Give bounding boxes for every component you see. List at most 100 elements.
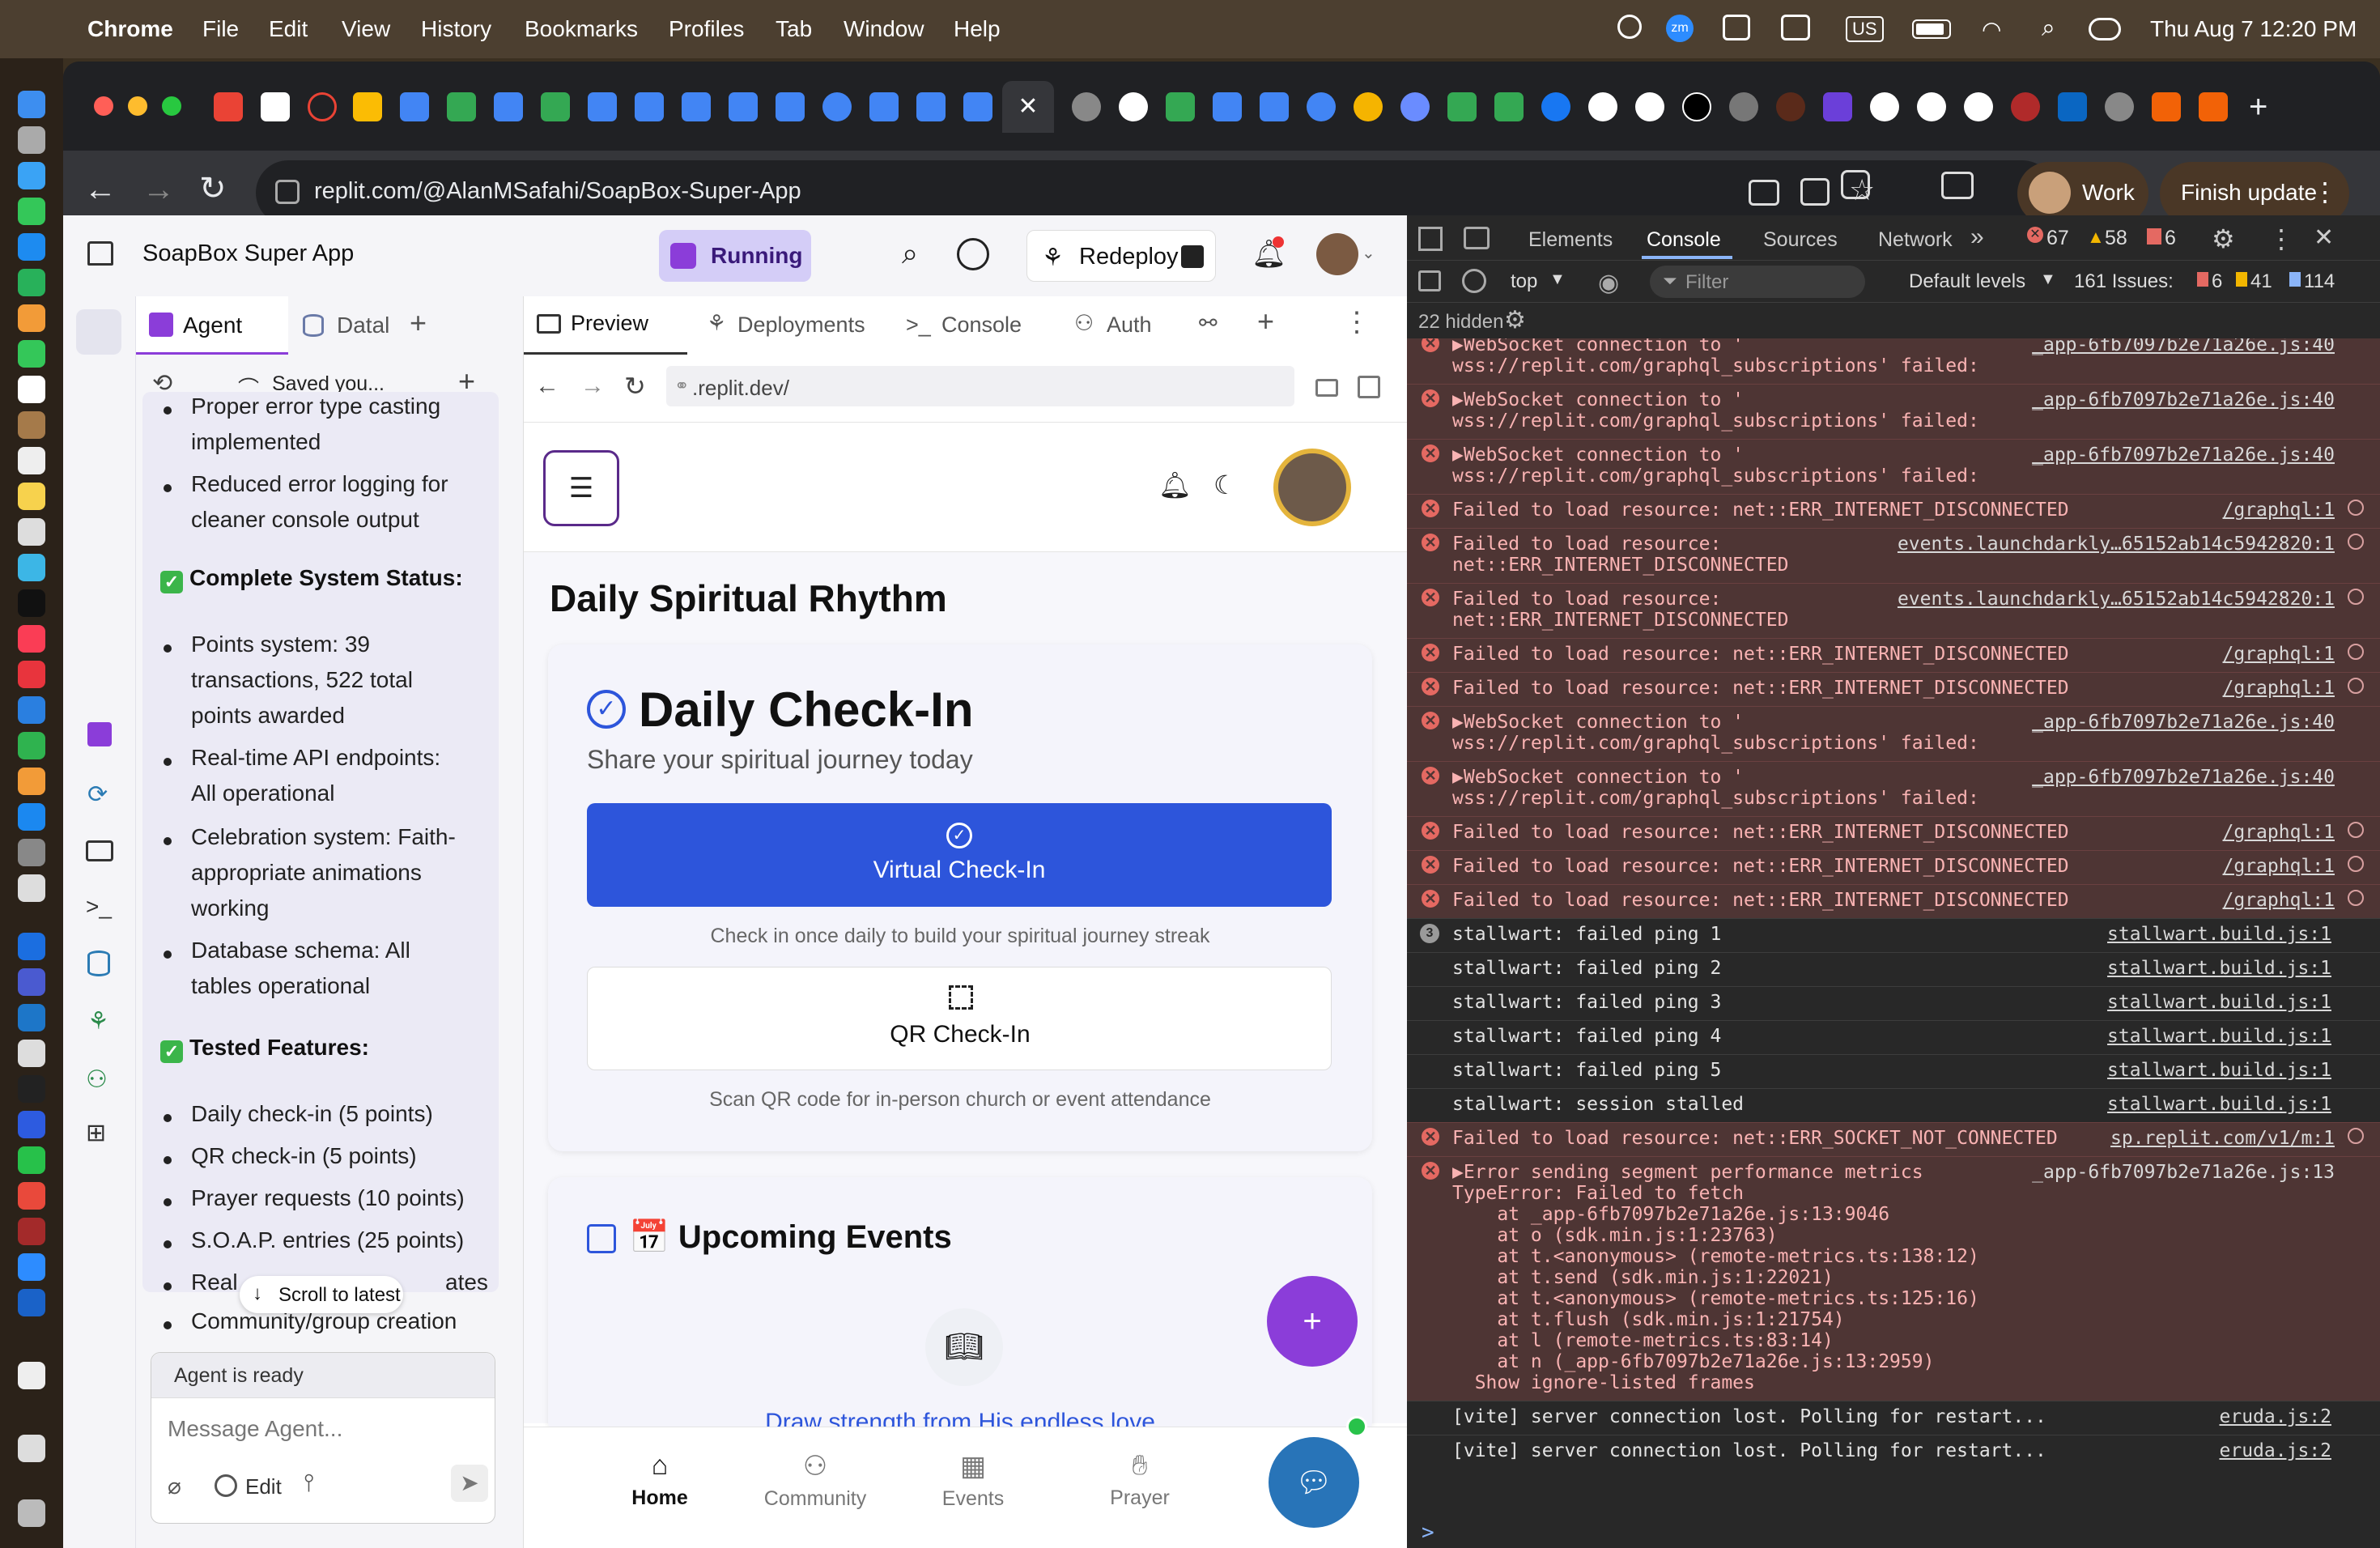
error-count[interactable]: 67 [2046, 227, 2069, 250]
console-error-row[interactable]: ✕ Failed to load resource: net::ERR_SOCKE… [1407, 1122, 2380, 1156]
tab-docs[interactable] [682, 92, 711, 121]
message-agent-input[interactable]: Message Agent... [168, 1416, 342, 1442]
running-status[interactable]: Running [659, 230, 811, 282]
more-vert-icon[interactable]: ⋮ [1343, 306, 1371, 338]
context-select[interactable]: top [1511, 270, 1537, 293]
active-tab-close-icon[interactable]: ✕ [1002, 81, 1054, 133]
notes-icon[interactable] [18, 483, 45, 510]
device-toolbar-icon[interactable] [1464, 227, 1490, 249]
outlook-icon[interactable] [18, 1004, 45, 1031]
edit-mode-icon[interactable] [215, 1474, 237, 1497]
input-source-badge[interactable]: US [1846, 16, 1884, 42]
keynote-icon[interactable] [18, 696, 45, 724]
menu-file[interactable]: File [202, 16, 239, 42]
settings-sliders-icon[interactable]: ⫯ [304, 1469, 314, 1497]
console-source-link[interactable]: stallwart.build.js:1 [2107, 1026, 2331, 1047]
back-button[interactable]: ← [84, 172, 117, 208]
photos-icon[interactable] [18, 304, 45, 332]
reload-button[interactable]: ↻ [199, 170, 227, 207]
inspect-icon[interactable] [1418, 227, 1443, 251]
menu-history[interactable]: History [421, 16, 491, 42]
tab-docs[interactable] [1213, 92, 1242, 121]
tab-replit[interactable] [2199, 92, 2228, 121]
console-source-link[interactable]: /graphql:1 [2223, 890, 2335, 911]
console-source-link[interactable]: /graphql:1 [2223, 678, 2335, 699]
console-error-row[interactable]: ✕ ▶WebSocket connection to ' wss://replit.… [1407, 384, 2380, 439]
site-info-icon[interactable] [275, 180, 300, 204]
more-tabs-icon[interactable]: » [1970, 223, 1984, 251]
preview-icon[interactable] [86, 840, 113, 861]
console-log-row[interactable]: stallwart: session stalled stallwart.buil… [1407, 1088, 2380, 1122]
terminal-icon[interactable] [18, 1075, 45, 1103]
tab-docs[interactable] [635, 92, 664, 121]
key-icon[interactable] [1749, 180, 1779, 206]
tab-docs[interactable] [869, 92, 899, 121]
safari-icon[interactable] [18, 162, 45, 189]
console-source-link[interactable]: _app-6fb7097b2e71a26e.js:40 [2032, 338, 2335, 355]
contacts-icon[interactable] [18, 411, 45, 439]
extensions-icon[interactable] [1841, 170, 1870, 199]
app-icon[interactable] [18, 1040, 45, 1067]
add-tab-button[interactable]: + [1257, 304, 1274, 338]
chrome-icon[interactable] [18, 1182, 45, 1210]
console-source-link[interactable]: _app-6fb7097b2e71a26e.js:40 [2032, 389, 2335, 410]
teams-icon[interactable] [18, 968, 45, 996]
dark-mode-moon-icon[interactable]: ☾ [1213, 470, 1237, 500]
settings-icon[interactable] [18, 839, 45, 866]
eye-icon[interactable]: ◉ [1598, 269, 1619, 297]
tab-linkedin[interactable] [2058, 92, 2087, 121]
tv-icon[interactable] [18, 589, 45, 617]
dictionary-icon[interactable] [18, 1218, 45, 1245]
facetime-icon[interactable] [18, 340, 45, 368]
zoom-window-button[interactable] [162, 96, 181, 116]
preview-forward-button[interactable]: → [580, 372, 605, 400]
search-icon[interactable]: ⌕ [902, 236, 918, 271]
console-prompt[interactable]: > [1422, 1520, 1434, 1545]
console-log-row[interactable]: stallwart: failed ping 3 stallwart.build.… [1407, 986, 2380, 1020]
freeform-icon[interactable] [18, 518, 45, 546]
nav-home[interactable]: ⌂ Home [603, 1450, 716, 1510]
tab-network[interactable]: Network [1878, 228, 1953, 252]
address-url[interactable]: replit.com/@AlanMSafahi/SoapBox-Super-Ap… [314, 178, 801, 205]
tab-favicon[interactable] [1823, 92, 1852, 121]
tab-favicon[interactable] [308, 92, 337, 121]
auth-icon[interactable]: ⚇ [86, 1065, 108, 1094]
open-new-tab-icon[interactable] [1358, 376, 1380, 398]
tab-replit[interactable] [2152, 92, 2181, 121]
menu-edit[interactable]: Edit [269, 16, 308, 42]
nav-community[interactable]: ⚇ Community [750, 1450, 880, 1511]
tab-google[interactable] [1917, 92, 1946, 121]
settings-gear-icon[interactable]: ⚙ [2212, 223, 2235, 254]
console-error-row[interactable]: ✕ Failed to load resource: net::ERR_INTER… [1407, 672, 2380, 706]
attach-icon[interactable]: ⌀ [168, 1473, 181, 1499]
tab-console[interactable]: Console [941, 313, 1022, 338]
battery-icon[interactable] [1912, 19, 1951, 39]
console-source-link[interactable]: stallwart.build.js:1 [2107, 958, 2331, 979]
minimize-window-button[interactable] [128, 96, 147, 116]
console-source-link[interactable]: _app-6fb7097b2e71a26e.js:13 [2032, 1162, 2335, 1183]
share-icon[interactable]: ⚯ [1199, 311, 1218, 336]
console-error-row[interactable]: ✕ ▶WebSocket connection to ' wss://replit.… [1407, 338, 2380, 384]
menu-help[interactable]: Help [954, 16, 1001, 42]
tab-console[interactable]: Console [1647, 228, 1721, 252]
tab-gmail[interactable] [214, 92, 243, 121]
send-button[interactable]: ➤ [451, 1465, 488, 1502]
tab-github[interactable] [1588, 92, 1617, 121]
workflow-icon[interactable]: ⟳ [87, 780, 108, 809]
console-error-row[interactable]: ✕ Failed to load resource: net::ERR_INTER… [1407, 494, 2380, 528]
console-source-link[interactable]: _app-6fb7097b2e71a26e.js:40 [2032, 712, 2335, 733]
maps-icon[interactable] [18, 269, 45, 296]
tab-drive[interactable] [353, 92, 382, 121]
whatsapp-icon[interactable] [18, 1146, 45, 1174]
invite-user-icon[interactable] [957, 238, 989, 270]
console-source-link[interactable]: events.launchdarkly…65152ab14c5942820:1 [1898, 534, 2335, 555]
filter-input[interactable]: ⏷ Filter [1650, 266, 1865, 298]
install-icon[interactable] [1800, 178, 1830, 206]
music-icon[interactable] [18, 625, 45, 653]
tab-docs[interactable] [729, 92, 758, 121]
user-avatar[interactable] [1316, 233, 1358, 275]
tab-gemini[interactable] [1400, 92, 1430, 121]
console-source-link[interactable]: sp.replit.com/v1/m:1 [2110, 1128, 2335, 1149]
reminders-icon[interactable] [18, 447, 45, 474]
console-log-row[interactable]: 3 stallwart: failed ping 1 stallwart.build… [1407, 918, 2380, 952]
